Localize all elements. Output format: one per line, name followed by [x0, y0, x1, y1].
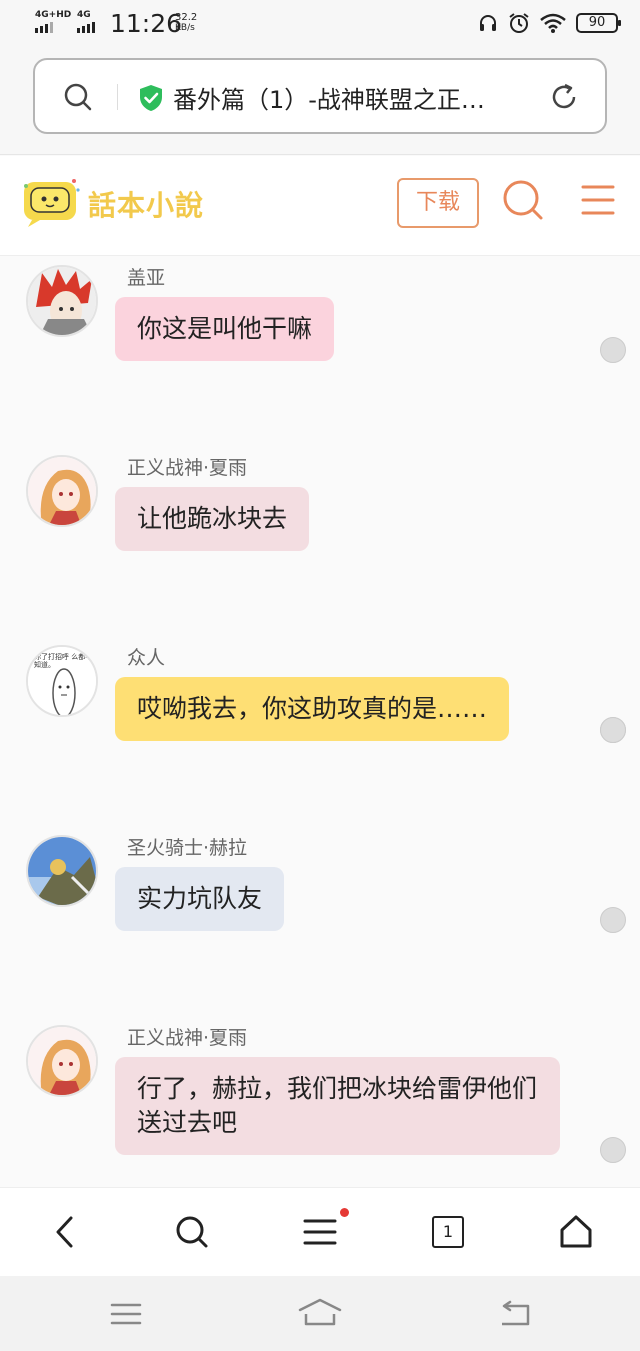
page-title[interactable]: 番外篇（1）-战神联盟之正…	[173, 80, 543, 115]
alarm-icon	[509, 13, 529, 33]
sender-name: 众人	[127, 647, 166, 669]
network-label-2: 4G	[77, 10, 91, 20]
system-navigation	[0, 1276, 640, 1351]
message-status-dot[interactable]	[600, 907, 626, 933]
avatar-image	[28, 837, 96, 905]
message-bubble[interactable]: 实力坑队友	[115, 867, 285, 931]
search-icon[interactable]	[174, 1214, 210, 1250]
chat-list: 盖亚 你这是叫他干嘛 正义战神·夏雨 让他跪冰块去 你了打招呼 么都不知道。 众…	[0, 257, 640, 1187]
home-gesture-icon[interactable]	[298, 1298, 342, 1328]
menu-icon[interactable]	[580, 182, 616, 218]
message-status-dot[interactable]	[600, 717, 626, 743]
avatar[interactable]: 你了打招呼 么都不知道。	[26, 645, 98, 717]
recents-icon[interactable]	[110, 1302, 142, 1326]
browser-page: 4G+HD 4G 11:26 32.2 KB/s 90 番外篇（1）-战神联盟之…	[0, 0, 640, 1351]
address-bar[interactable]: 番外篇（1）-战神联盟之正…	[33, 58, 607, 134]
sender-name: 正义战神·夏雨	[127, 1027, 248, 1049]
speed-value: 32.2	[175, 12, 198, 23]
signal-1-icon	[35, 22, 53, 33]
back-gesture-icon[interactable]	[498, 1300, 532, 1328]
network-speed: 32.2 KB/s	[175, 12, 197, 34]
sender-name: 盖亚	[127, 267, 166, 289]
battery-icon: 90	[576, 13, 621, 33]
avatar-image	[28, 457, 96, 525]
avatar-image	[28, 267, 96, 335]
message-status-dot[interactable]	[600, 1137, 626, 1163]
reload-icon[interactable]	[549, 82, 579, 112]
status-icons: 90	[478, 12, 621, 34]
network-label-1: 4G+HD	[35, 10, 72, 20]
avatar[interactable]	[26, 455, 98, 527]
search-icon[interactable]	[501, 178, 545, 222]
browser-toolbar: 1	[0, 1187, 640, 1276]
tabs-icon[interactable]: 1	[432, 1216, 464, 1248]
status-bar: 4G+HD 4G 11:26 32.2 KB/s 90	[0, 0, 640, 50]
brand-name[interactable]: 話本小說	[88, 184, 204, 224]
back-icon[interactable]	[50, 1214, 80, 1250]
avatar-caption: 你了打招呼 么都不知道。	[34, 653, 93, 669]
avatar[interactable]	[26, 265, 98, 337]
message-status-dot[interactable]	[600, 337, 626, 363]
avatar-image	[28, 1027, 96, 1095]
menu-icon[interactable]	[303, 1214, 337, 1250]
download-button[interactable]: 下载	[397, 178, 479, 228]
site-header: 話本小說 下载	[0, 156, 640, 256]
shield-check-icon	[140, 85, 162, 111]
sender-name: 正义战神·夏雨	[127, 457, 248, 479]
address-divider	[117, 84, 118, 110]
address-bar-area: 番外篇（1）-战神联盟之正…	[0, 50, 640, 155]
message-bubble[interactable]: 行了，赫拉，我们把冰块给雷伊他们送过去吧	[115, 1057, 560, 1155]
avatar[interactable]	[26, 835, 98, 907]
signal-2-icon	[77, 22, 95, 33]
home-icon[interactable]	[559, 1214, 593, 1250]
speed-unit: KB/s	[175, 23, 195, 33]
clock: 11:26	[110, 9, 183, 38]
headphones-icon	[480, 15, 496, 31]
message-bubble[interactable]: 哎呦我去，你这助攻真的是……	[115, 677, 510, 741]
sender-name: 圣火骑士·赫拉	[127, 837, 248, 859]
message-bubble[interactable]: 让他跪冰块去	[115, 487, 310, 551]
wifi-icon	[540, 13, 566, 33]
notification-dot	[340, 1208, 349, 1217]
logo-icon[interactable]	[22, 178, 80, 228]
search-icon[interactable]	[63, 82, 93, 112]
avatar[interactable]	[26, 1025, 98, 1097]
message-bubble[interactable]: 你这是叫他干嘛	[115, 297, 335, 361]
